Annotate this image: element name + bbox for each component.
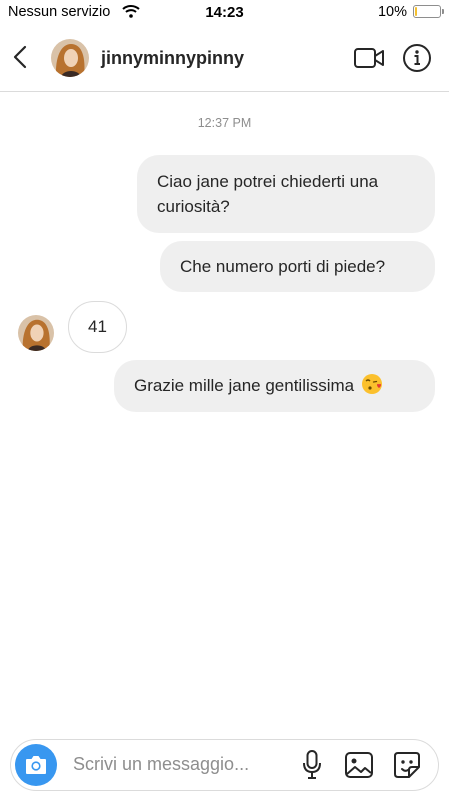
message-input[interactable]: Scrivi un messaggio... xyxy=(73,754,249,775)
battery-cap xyxy=(442,9,444,14)
microphone-icon[interactable] xyxy=(300,749,324,781)
camera-button[interactable] xyxy=(15,744,57,786)
back-icon[interactable] xyxy=(10,43,32,71)
incoming-message[interactable]: 41 xyxy=(68,301,127,353)
gallery-icon[interactable] xyxy=(344,750,374,780)
battery-percent: 10% xyxy=(377,4,407,20)
outgoing-message[interactable]: Grazie mille jane gentilissima xyxy=(114,360,435,412)
chat-header: jinnyminnypinny xyxy=(0,26,449,92)
sticker-icon[interactable] xyxy=(392,750,422,780)
kissing-heart-emoji-icon xyxy=(361,373,383,395)
outgoing-message[interactable]: Ciao jane potrei chiederti una curiosità… xyxy=(137,155,435,233)
battery-level xyxy=(415,7,417,16)
outgoing-message[interactable]: Che numero porti di piede? xyxy=(160,241,435,292)
message-text: Ciao jane potrei chiederti una curiosità… xyxy=(157,172,379,216)
video-call-icon[interactable] xyxy=(353,46,385,70)
info-icon[interactable] xyxy=(402,43,432,73)
avatar[interactable] xyxy=(51,39,89,77)
battery-icon xyxy=(413,5,441,18)
status-bar: Nessun servizio 14:23 10% xyxy=(0,0,449,26)
message-timestamp: 12:37 PM xyxy=(197,116,252,130)
message-composer[interactable]: Scrivi un messaggio... xyxy=(10,739,439,791)
message-text: 41 xyxy=(88,317,107,336)
message-text: Che numero porti di piede? xyxy=(180,257,386,276)
sender-avatar[interactable] xyxy=(18,315,54,351)
message-text: Grazie mille jane gentilissima xyxy=(134,376,355,395)
username[interactable]: jinnyminnypinny xyxy=(101,48,244,69)
